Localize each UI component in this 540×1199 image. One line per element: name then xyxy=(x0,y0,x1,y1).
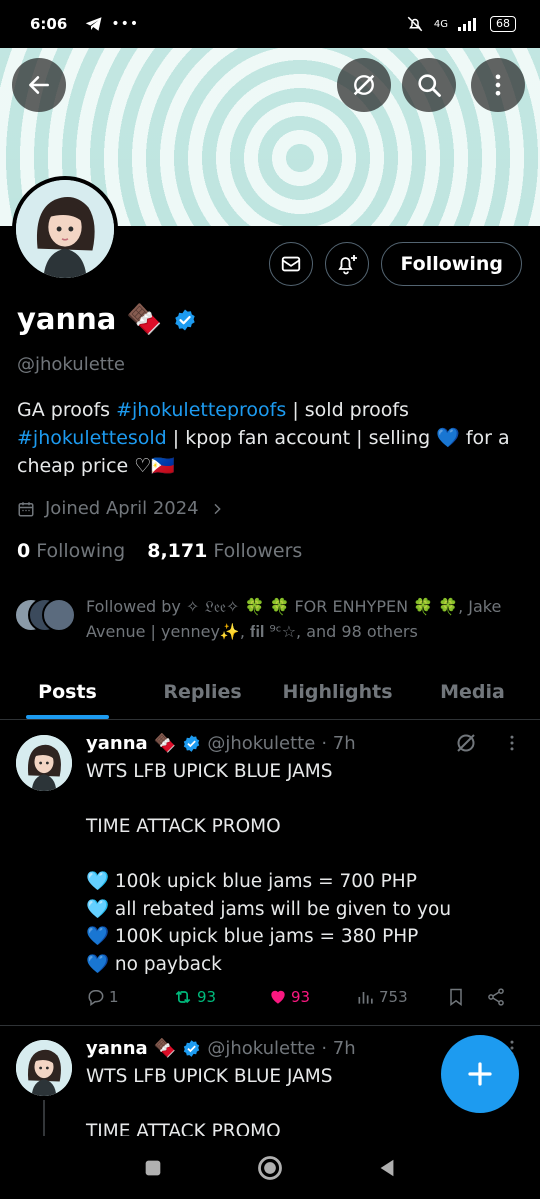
post-author-name[interactable]: yanna 🍫 xyxy=(86,1038,176,1059)
repost-count: 93 xyxy=(197,988,217,1006)
post-text: WTS LFB UPICK BLUE JAMS TIME ATTACK PROM… xyxy=(86,761,452,975)
profile-actions: Following xyxy=(269,242,522,286)
profile-name-row: yanna 🍫 xyxy=(17,302,197,337)
tab-media[interactable]: Media xyxy=(405,664,540,719)
grok-icon[interactable] xyxy=(454,731,478,755)
more-notifications-icon: ••• xyxy=(111,16,140,32)
followed-by[interactable]: Followed by ✧ 𝔏𝔢𝔢✧ 🍀 🍀 FOR ENHYPEN 🍀 🍀, … xyxy=(14,594,526,644)
tab-highlights[interactable]: Highlights xyxy=(270,664,405,719)
followed-by-text: Followed by ✧ 𝔏𝔢𝔢✧ 🍀 🍀 FOR ENHYPEN 🍀 🍀, … xyxy=(86,597,502,641)
joined-date: Joined April 2024 xyxy=(45,498,199,519)
avatar[interactable] xyxy=(16,735,72,791)
profile-avatar[interactable] xyxy=(12,176,118,282)
verified-badge-icon xyxy=(184,735,200,752)
avatar[interactable] xyxy=(16,1040,72,1096)
bio-text: GA proofs xyxy=(17,399,117,421)
bio-text: | sold proofs xyxy=(286,399,409,421)
plus-icon xyxy=(468,1062,492,1086)
share-icon[interactable] xyxy=(486,987,506,1007)
followers-count-link[interactable]: 8,171 Followers xyxy=(147,540,302,562)
post-time[interactable]: · 7h xyxy=(321,1038,355,1059)
notify-button[interactable] xyxy=(325,242,370,286)
follower-avatars xyxy=(14,598,76,632)
view-count: 753 xyxy=(379,988,408,1006)
search-icon xyxy=(418,74,441,97)
more-vertical-icon[interactable] xyxy=(502,733,522,753)
telegram-icon xyxy=(86,17,102,31)
home-icon[interactable] xyxy=(256,1154,284,1182)
chevron-right-icon xyxy=(214,503,221,514)
bell-plus-icon xyxy=(338,255,358,275)
reply-button[interactable]: 1 xyxy=(86,987,172,1007)
post-handle[interactable]: @jhokulette xyxy=(207,733,315,754)
mute-icon xyxy=(407,16,423,32)
reply-count: 1 xyxy=(109,988,119,1006)
compose-post-button[interactable] xyxy=(441,1035,519,1113)
heart-icon xyxy=(271,990,285,1004)
more-options-button[interactable] xyxy=(471,58,525,112)
post-author-name[interactable]: yanna 🍫 xyxy=(86,733,176,754)
thread-line xyxy=(43,1100,45,1136)
system-navigation-bar xyxy=(0,1136,540,1199)
display-name: yanna 🍫 xyxy=(17,302,163,336)
repost-button[interactable]: 93 xyxy=(172,987,268,1007)
profile-tabs: Posts Replies Highlights Media xyxy=(0,664,540,720)
like-button[interactable]: 93 xyxy=(268,987,356,1007)
avatar-illustration xyxy=(16,180,114,278)
hashtag-link[interactable]: #jhokulettesold xyxy=(17,427,167,449)
bookmark-icon[interactable] xyxy=(446,987,466,1007)
signal-icon xyxy=(458,18,476,31)
arrow-left-icon xyxy=(29,76,49,94)
grok-button[interactable] xyxy=(337,58,391,112)
hashtag-link[interactable]: #jhokuletteproofs xyxy=(116,399,286,421)
profile-handle: @jhokulette xyxy=(17,354,125,375)
post-header: yanna 🍫 @jhokulette · 7h xyxy=(86,733,356,754)
views-button[interactable]: 753 xyxy=(356,987,452,1007)
following-button[interactable]: Following xyxy=(381,242,522,286)
more-vertical-icon xyxy=(495,74,501,96)
follow-counts: 0 Following 8,171 Followers xyxy=(17,540,302,562)
status-time: 6:06 xyxy=(30,15,68,33)
tab-posts[interactable]: Posts xyxy=(0,664,135,719)
message-button[interactable] xyxy=(269,242,314,286)
verified-badge-icon xyxy=(184,1040,200,1057)
tab-replies[interactable]: Replies xyxy=(135,664,270,719)
search-button[interactable] xyxy=(402,58,456,112)
network-type: 4G xyxy=(433,18,448,30)
like-count: 93 xyxy=(291,988,311,1006)
back-button[interactable] xyxy=(12,58,66,112)
avatar xyxy=(42,598,76,632)
profile-bio: GA proofs #jhokuletteproofs | sold proof… xyxy=(17,396,517,480)
back-nav-icon[interactable] xyxy=(376,1157,398,1179)
battery-indicator: 68 xyxy=(490,16,516,32)
mail-icon xyxy=(282,256,301,272)
post-time[interactable]: · 7h xyxy=(321,733,355,754)
post-actions: 1 93 93 753 xyxy=(86,987,526,1007)
repost-icon xyxy=(175,990,191,1004)
post-handle[interactable]: @jhokulette xyxy=(207,1038,315,1059)
joined-row[interactable]: Joined April 2024 xyxy=(17,498,225,519)
post[interactable]: yanna 🍫 @jhokulette · 7h WTS LFB UPICK B… xyxy=(0,721,540,1025)
calendar-icon xyxy=(18,501,34,516)
avatar-illustration xyxy=(16,1040,72,1096)
grok-icon xyxy=(353,74,375,96)
views-icon xyxy=(358,992,373,1004)
status-bar: 6:06 ••• 4G 68 xyxy=(0,0,540,48)
recents-icon[interactable] xyxy=(142,1157,164,1179)
reply-icon xyxy=(88,990,104,1006)
verified-badge-icon[interactable] xyxy=(173,308,197,332)
post-header: yanna 🍫 @jhokulette · 7h xyxy=(86,1038,356,1059)
following-count-link[interactable]: 0 Following xyxy=(17,540,125,562)
avatar-illustration xyxy=(16,735,72,791)
